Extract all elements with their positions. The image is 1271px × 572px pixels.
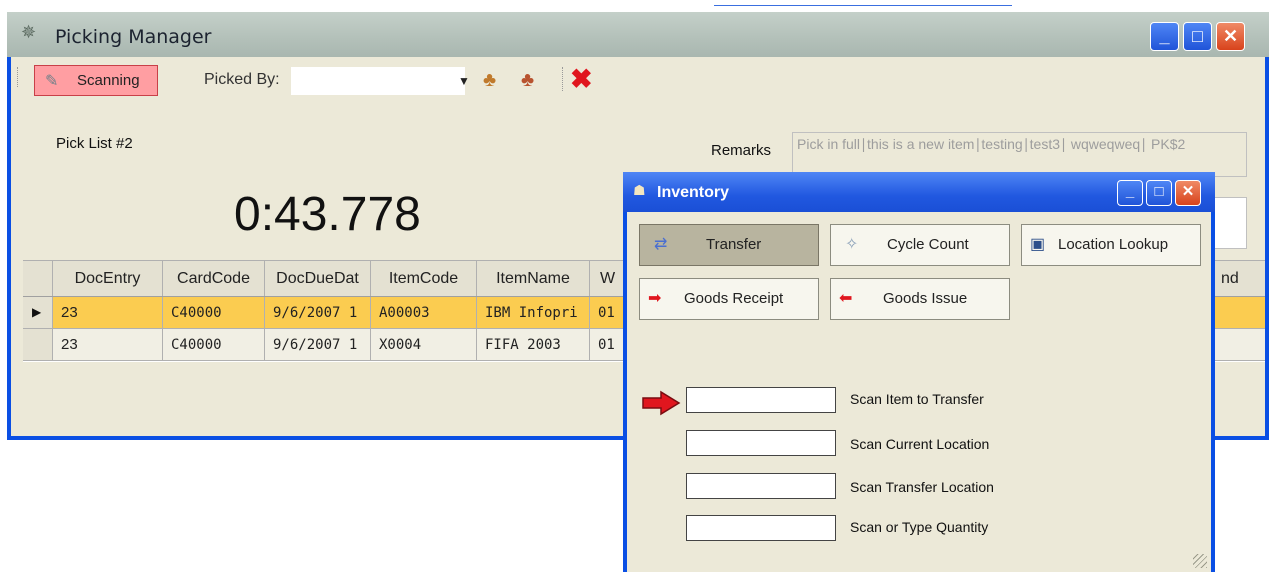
main-titlebar[interactable]: ✵ Picking Manager _ □ ✕: [7, 12, 1269, 57]
goods-issue-button[interactable]: ⬅ Goods Issue: [830, 278, 1010, 320]
column-header-cardcode[interactable]: CardCode: [163, 261, 265, 296]
cell-cardcode[interactable]: C40000: [163, 297, 265, 328]
transfer-button[interactable]: ⇄ Transfer: [639, 224, 819, 266]
goods-issue-button-label: Goods Issue: [883, 290, 968, 307]
row-selector[interactable]: ▶: [23, 297, 53, 328]
maximize-icon: □: [1154, 183, 1164, 200]
close-icon: ✕: [1181, 183, 1195, 200]
cell-cardcode[interactable]: C40000: [163, 329, 265, 360]
remarks-textbox[interactable]: Pick in full∣this is a new item∣testing∣…: [792, 132, 1247, 177]
minimize-icon: _: [1159, 26, 1170, 46]
scan-item-label: Scan Item to Transfer: [850, 391, 984, 407]
inventory-app-icon: ☗: [633, 182, 646, 198]
scan-transfer-location-label: Scan Transfer Location: [850, 479, 994, 495]
close-icon: ✕: [1222, 26, 1239, 46]
picked-by-select[interactable]: [291, 67, 465, 95]
pick-list-label: Pick List #2: [56, 135, 133, 152]
scanning-button-label: Scanning: [77, 72, 140, 89]
close-button[interactable]: ✕: [1216, 22, 1245, 51]
scan-current-location-label: Scan Current Location: [850, 436, 990, 452]
top-edge-line: [714, 5, 1012, 6]
column-header-docduedate[interactable]: DocDueDat: [265, 261, 371, 296]
transfer-button-label: Transfer: [706, 236, 762, 253]
column-header-end[interactable]: nd: [1221, 261, 1265, 296]
cycle-count-button[interactable]: ✧ Cycle Count: [830, 224, 1010, 266]
inventory-minimize-button[interactable]: _: [1117, 180, 1143, 206]
inventory-maximize-button[interactable]: □: [1146, 180, 1172, 206]
app-star-icon: ✵: [21, 22, 37, 42]
toolbar: ✎ Scanning Picked By: ▼ ♣ ♣ ✖: [11, 57, 1265, 97]
cycle-count-icon: ✧: [845, 236, 859, 253]
inventory-close-button[interactable]: ✕: [1175, 180, 1201, 206]
cell-itemname[interactable]: IBM Infopri: [477, 297, 590, 328]
window-title: Picking Manager: [55, 26, 212, 48]
delete-icon[interactable]: ✖: [570, 64, 593, 95]
arrow-left-icon: ⬅: [839, 290, 853, 307]
scanner-icon: ✎: [45, 73, 59, 90]
cell-itemcode[interactable]: A00003: [371, 297, 477, 328]
location-lookup-button[interactable]: ▣ Location Lookup: [1021, 224, 1201, 266]
current-row-icon: ▶: [32, 305, 42, 319]
arrow-right-icon: ➡: [648, 290, 662, 307]
scan-quantity-label: Scan or Type Quantity: [850, 519, 989, 535]
toolbar-grip[interactable]: [17, 67, 21, 87]
cell-itemname[interactable]: FIFA 2003: [477, 329, 590, 360]
scanning-button[interactable]: ✎ Scanning: [34, 65, 158, 96]
row-selector[interactable]: [23, 329, 53, 360]
inventory-title: Inventory: [657, 184, 730, 201]
transfer-arrows-icon: ⇄: [654, 236, 668, 253]
goods-receipt-button-label: Goods Receipt: [684, 290, 784, 307]
column-header-docentry[interactable]: DocEntry: [53, 261, 163, 296]
minimize-icon: _: [1125, 183, 1135, 200]
inventory-client-area: ⇄ Transfer ✧ Cycle Count ▣ Location Look…: [627, 212, 1211, 572]
toolbar-separator: [562, 67, 564, 91]
cycle-count-button-label: Cycle Count: [887, 236, 969, 253]
picked-by-label: Picked By:: [204, 71, 280, 88]
scan-current-location-input[interactable]: [686, 430, 836, 456]
cell-docduedate[interactable]: 9/6/2007 1: [265, 297, 371, 328]
scan-transfer-location-input[interactable]: [686, 473, 836, 499]
resize-grip[interactable]: [1193, 554, 1207, 568]
inventory-window: ☗ Inventory _ □ ✕ ⇄ Transfer ✧ Cycle Cou…: [623, 172, 1215, 572]
location-lookup-button-label: Location Lookup: [1058, 236, 1169, 253]
minimize-button[interactable]: _: [1150, 22, 1179, 51]
header-corner: [23, 261, 53, 296]
remove-user-icon[interactable]: ♣: [521, 69, 534, 92]
remarks-label: Remarks: [711, 142, 772, 159]
computer-icon: ▣: [1030, 236, 1046, 253]
scan-item-input[interactable]: [686, 387, 836, 413]
cell-itemcode[interactable]: X0004: [371, 329, 477, 360]
current-field-arrow-icon: [642, 390, 681, 416]
column-header-itemname[interactable]: ItemName: [477, 261, 590, 296]
scan-quantity-input[interactable]: [686, 515, 836, 541]
maximize-icon: □: [1192, 26, 1203, 46]
timer-display: 0:43.778: [234, 188, 421, 241]
goods-receipt-button[interactable]: ➡ Goods Receipt: [639, 278, 819, 320]
cell-docentry[interactable]: 23: [53, 329, 163, 360]
chevron-down-icon[interactable]: ▼: [458, 74, 470, 88]
cell-docentry[interactable]: 23: [53, 297, 163, 328]
add-user-icon[interactable]: ♣: [483, 69, 496, 92]
maximize-button[interactable]: □: [1183, 22, 1212, 51]
inventory-titlebar[interactable]: ☗ Inventory _ □ ✕: [623, 172, 1215, 212]
cell-docduedate[interactable]: 9/6/2007 1: [265, 329, 371, 360]
column-header-itemcode[interactable]: ItemCode: [371, 261, 477, 296]
